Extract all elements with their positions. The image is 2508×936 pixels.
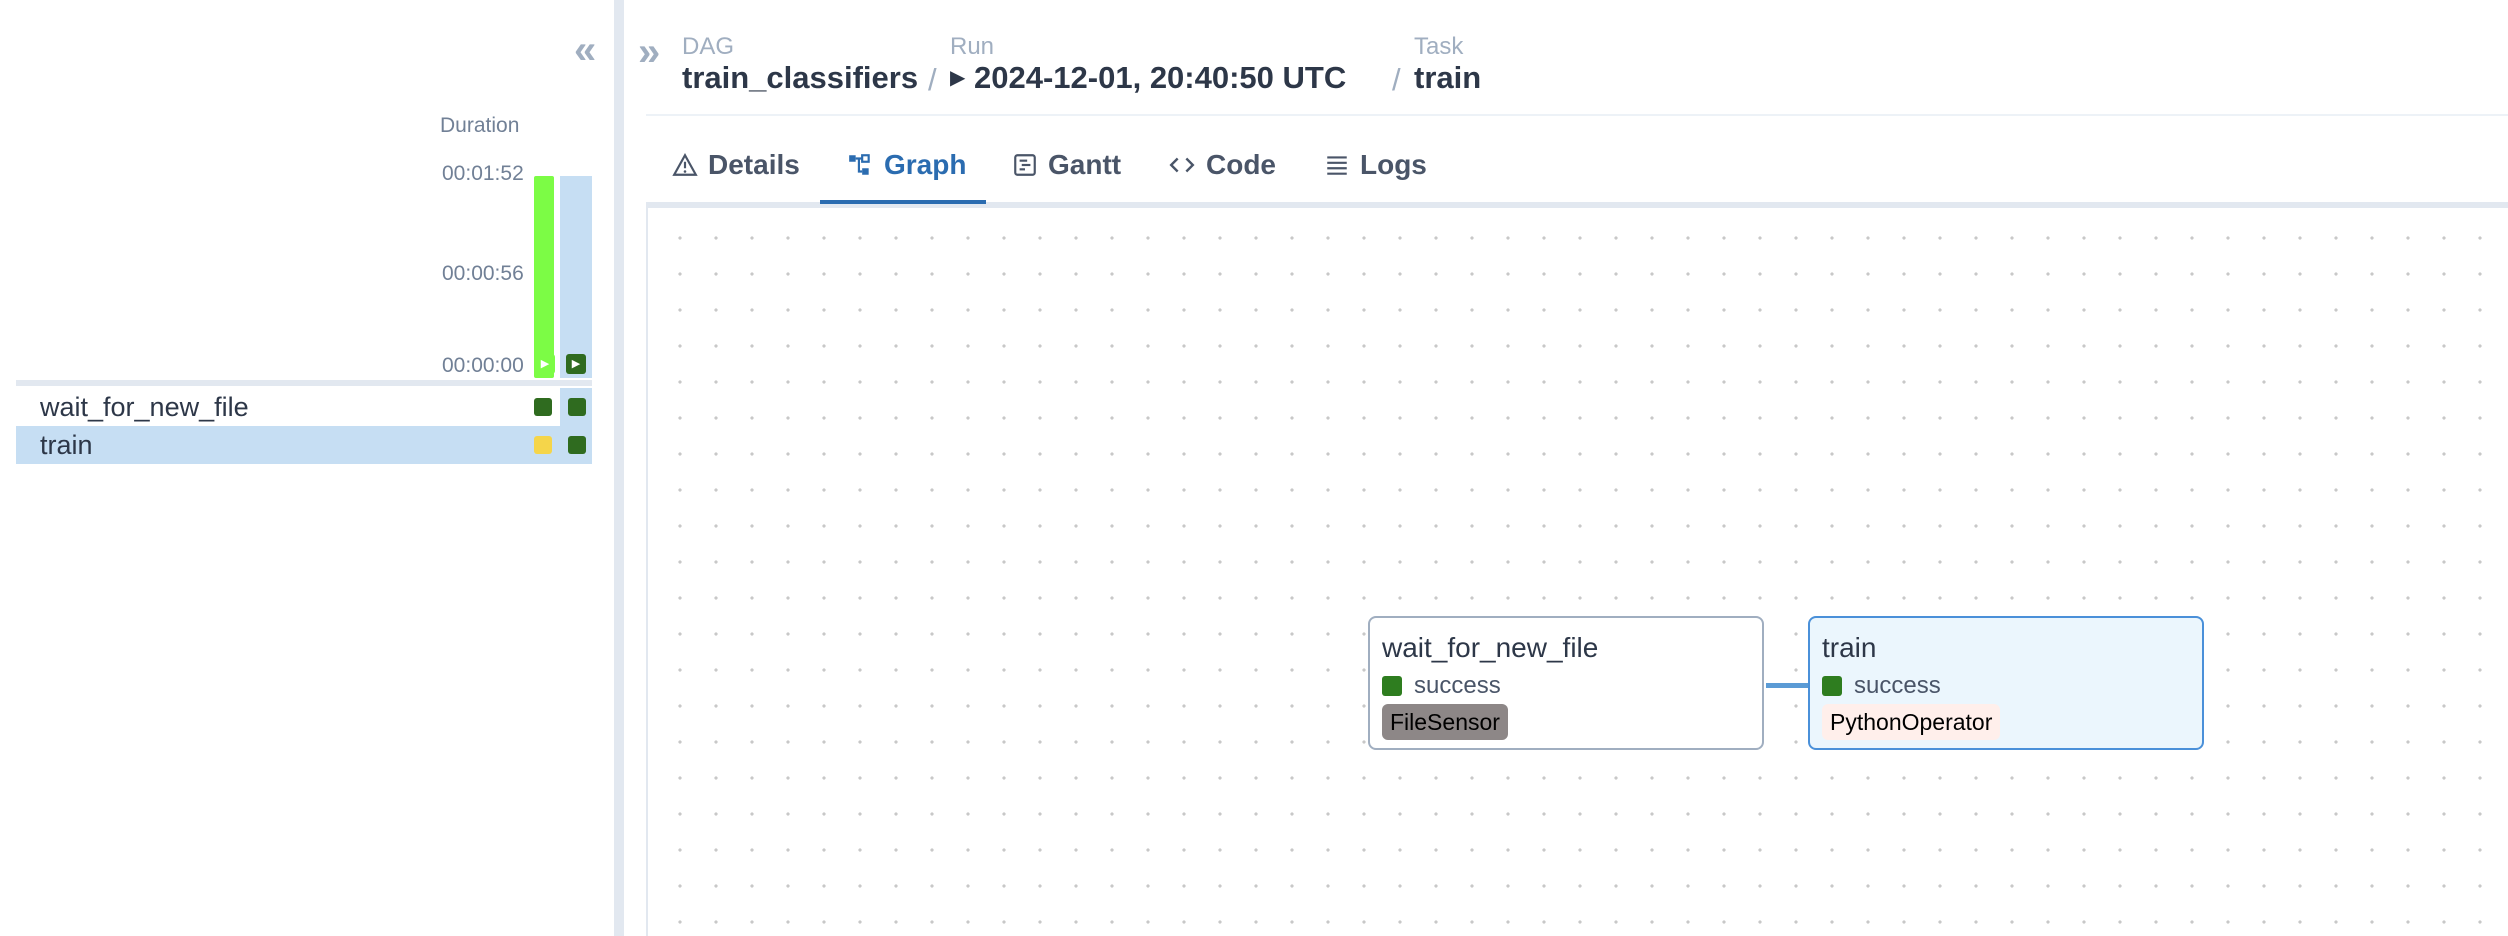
state-indicator [1382,676,1402,696]
graph-node-train[interactable]: train success PythonOperator [1808,616,2204,750]
tab-label: Gantt [1048,149,1122,180]
gantt-icon [1014,154,1036,176]
graph-edge [1766,683,1808,688]
collapse-grid-icon[interactable]: « [574,30,596,70]
graph-icon [849,154,870,175]
task-instance-cell[interactable] [534,398,552,416]
operator-badge: FileSensor [1382,704,1508,740]
duration-label: Duration [440,114,520,137]
run-duration-bar[interactable] [534,176,554,378]
play-icon: ▶ [535,354,555,374]
graph-node-wait-for-new-file[interactable]: wait_for_new_file success FileSensor [1368,616,1764,750]
play-icon: ▶ [950,67,966,89]
duration-tick-max: 00:01:52 [442,162,524,185]
run-column-highlight [560,176,592,378]
task-id[interactable]: train [1414,60,1481,96]
task-name[interactable]: wait_for_new_file [40,392,249,423]
panel-splitter[interactable] [614,0,624,936]
breadcrumb-label: Task [1414,33,1464,60]
duration-tick-mid: 00:00:56 [442,262,524,285]
warning-triangle-icon [672,153,698,176]
node-title: wait_for_new_file [1382,632,1599,663]
tab-gantt[interactable]: Gantt [1012,134,1121,196]
run-id-text: 2024-12-01, 20:40:50 UTC [974,60,1347,95]
tab-details[interactable]: Details [672,134,800,196]
grid-divider [16,380,592,386]
tab-logs[interactable]: Logs [1324,134,1427,196]
task-instance-cell[interactable] [568,398,586,416]
breadcrumb-dag[interactable]: DAG train_classifiers [682,34,918,96]
task-row-selected[interactable]: train [16,426,592,464]
list-icon [1327,156,1347,175]
breadcrumb-separator: / [928,62,937,97]
tab-label: Logs [1360,149,1427,180]
operator-badge: PythonOperator [1822,704,2001,740]
duration-tick-min: 00:00:00 [442,354,524,377]
code-icon [1169,157,1195,173]
graph-canvas[interactable] [646,208,2508,936]
expand-grid-icon[interactable]: » [638,32,660,72]
breadcrumb-label: Run [950,33,995,60]
run-id[interactable]: ▶ 2024-12-01, 20:40:50 UTC [950,60,1346,96]
breadcrumb-task[interactable]: Task train [1414,34,1481,96]
node-state: success [1854,672,1941,699]
breadcrumb-separator: / [1392,62,1401,97]
tab-label: Code [1206,149,1276,180]
tab-label: Details [708,149,800,180]
tab-code[interactable]: Code [1168,134,1276,196]
node-title: train [1822,632,1877,663]
dag-id[interactable]: train_classifiers [682,60,918,96]
node-state: success [1414,672,1501,699]
breadcrumb-run[interactable]: Run ▶ 2024-12-01, 20:40:50 UTC [950,34,1346,96]
play-icon[interactable]: ▶ [566,354,586,374]
active-tab-indicator [820,200,986,204]
breadcrumb-label: DAG [682,33,735,60]
grid-panel: « Duration 00:01:52 00:00:56 00:00:00 ▶ … [0,0,614,936]
tab-label: Graph [884,149,967,180]
task-name[interactable]: train [40,430,93,461]
task-instance-cell[interactable] [534,436,552,454]
task-instance-cell[interactable] [568,436,586,454]
header-divider [646,114,2508,116]
task-row[interactable]: wait_for_new_file [16,388,592,426]
tab-graph[interactable]: Graph [846,134,966,196]
state-indicator [1822,676,1842,696]
